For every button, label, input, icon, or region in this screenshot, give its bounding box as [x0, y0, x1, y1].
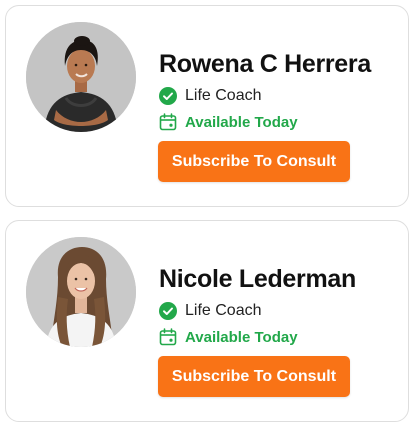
coach-info: Rowena C Herrera Life Coach Available To… [159, 49, 404, 133]
availability-label: Available Today [185, 328, 298, 346]
check-circle-icon [159, 87, 177, 105]
availability-row: Available Today [159, 326, 404, 348]
subscribe-button[interactable]: Subscribe To Consult [158, 356, 350, 397]
coach-info: Nicole Lederman Life Coach Available Tod… [159, 264, 404, 348]
avatar-photo [26, 237, 136, 347]
role-row: Life Coach [159, 85, 404, 107]
availability-label: Available Today [185, 113, 298, 131]
check-circle-icon [159, 302, 177, 320]
avatar [26, 237, 136, 347]
subscribe-button[interactable]: Subscribe To Consult [158, 141, 350, 182]
coach-name: Nicole Lederman [159, 265, 356, 293]
calendar-icon [159, 328, 177, 346]
coach-name: Rowena C Herrera [159, 50, 371, 78]
calendar-icon [159, 113, 177, 131]
coach-role: Life Coach [185, 87, 262, 104]
role-row: Life Coach [159, 300, 404, 322]
coach-role: Life Coach [185, 302, 262, 319]
coach-card: Nicole Lederman Life Coach Available Tod… [5, 220, 409, 422]
coach-card: Rowena C Herrera Life Coach Available To… [5, 5, 409, 207]
avatar-photo [26, 22, 136, 132]
availability-row: Available Today [159, 111, 404, 133]
avatar [26, 22, 136, 132]
